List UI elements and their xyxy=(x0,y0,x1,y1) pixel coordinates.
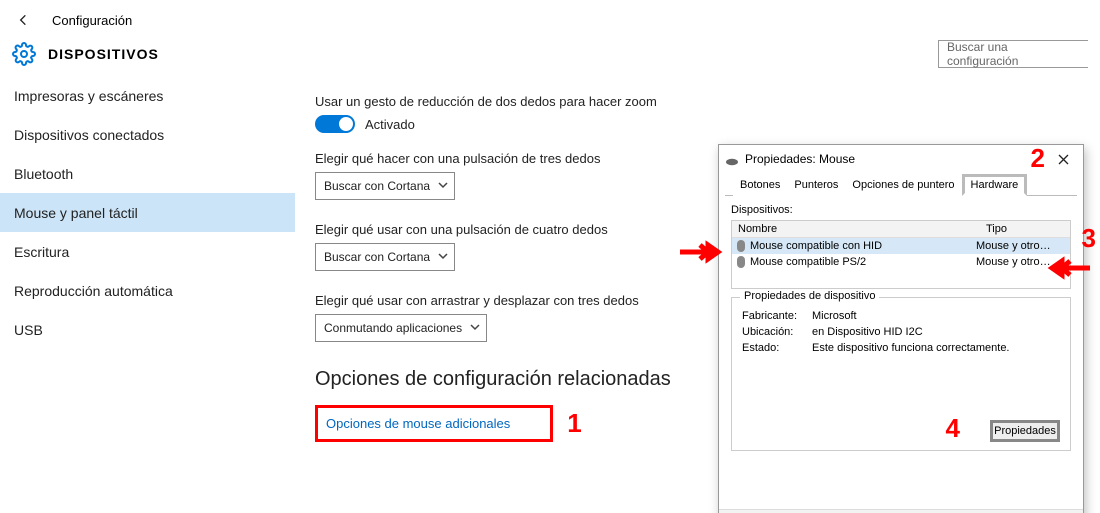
four-tap-label: Elegir qué usar con una pulsación de cua… xyxy=(315,222,775,237)
location-key: Ubicación: xyxy=(742,326,812,338)
sidebar-item-connected[interactable]: Dispositivos conectados xyxy=(0,115,295,154)
device-row-ps2[interactable]: Mouse compatible PS/2 Mouse y otro… xyxy=(732,254,1070,270)
four-tap-combo[interactable]: Buscar con Cortana xyxy=(315,243,455,271)
annotation-2: 2 xyxy=(1031,143,1045,174)
zoom-toggle[interactable] xyxy=(315,115,355,133)
devices-list: 3 Nombre Tipo Mouse compatible con HID M… xyxy=(731,220,1071,289)
close-button[interactable] xyxy=(1049,148,1077,170)
status-key: Estado: xyxy=(742,342,812,354)
zoom-label: Usar un gesto de reducción de dos dedos … xyxy=(315,94,775,109)
tab-pointer-options[interactable]: Opciones de puntero xyxy=(845,174,961,196)
tab-hardware[interactable]: Hardware xyxy=(962,174,1028,196)
gear-icon xyxy=(12,42,36,66)
sidebar-item-typing[interactable]: Escritura xyxy=(0,232,295,271)
section-title: DISPOSITIVOS xyxy=(48,46,159,62)
status-value: Este dispositivo funciona correctamente. xyxy=(812,342,1010,354)
col-type: Tipo xyxy=(980,221,1070,237)
three-drag-combo[interactable]: Conmutando aplicaciones xyxy=(315,314,487,342)
annotation-1: 1 xyxy=(567,408,581,439)
device-row-hid[interactable]: Mouse compatible con HID Mouse y otro… xyxy=(732,238,1070,254)
chevron-down-icon xyxy=(438,179,448,193)
three-tap-combo[interactable]: Buscar con Cortana xyxy=(315,172,455,200)
properties-button[interactable]: Propiedades xyxy=(990,420,1060,442)
dialog-title: Propiedades: Mouse xyxy=(745,152,855,166)
sidebar-item-usb[interactable]: USB xyxy=(0,310,295,349)
mouse-device-icon xyxy=(736,255,746,269)
tab-buttons[interactable]: Botones xyxy=(733,174,787,196)
toggle-state: Activado xyxy=(365,117,415,132)
sidebar-item-bluetooth[interactable]: Bluetooth xyxy=(0,154,295,193)
app-name: Configuración xyxy=(52,13,132,28)
device-properties-group: Propiedades de dispositivo Fabricante:Mi… xyxy=(731,297,1071,451)
annotation-4: 4 xyxy=(946,413,960,444)
sidebar-item-autoplay[interactable]: Reproducción automática xyxy=(0,271,295,310)
search-input[interactable]: Buscar una configuración xyxy=(938,40,1088,68)
annotation-3: 3 xyxy=(1082,223,1096,254)
manufacturer-key: Fabricante: xyxy=(742,310,812,322)
mouse-icon xyxy=(725,154,739,164)
manufacturer-value: Microsoft xyxy=(812,310,857,322)
three-tap-label: Elegir qué hacer con una pulsación de tr… xyxy=(315,151,775,166)
devices-label: Dispositivos: xyxy=(731,204,1071,216)
arrow-left-icon xyxy=(1048,256,1092,285)
arrow-right-icon xyxy=(678,240,722,269)
back-button[interactable] xyxy=(12,8,36,32)
mouse-device-icon xyxy=(736,239,746,253)
mouse-properties-dialog: Propiedades: Mouse 2 Botones Punteros Op… xyxy=(718,144,1084,513)
related-header: Opciones de configuración relacionadas xyxy=(315,368,775,391)
tab-pointers[interactable]: Punteros xyxy=(787,174,845,196)
search-placeholder: Buscar una configuración xyxy=(947,40,1080,68)
chevron-down-icon xyxy=(470,321,480,335)
three-drag-label: Elegir qué usar con arrastrar y desplaza… xyxy=(315,293,775,308)
location-value: en Dispositivo HID I2C xyxy=(812,326,923,338)
sidebar-item-mouse[interactable]: Mouse y panel táctil xyxy=(0,193,295,232)
sidebar-item-printers[interactable]: Impresoras y escáneres xyxy=(0,76,295,115)
device-properties-legend: Propiedades de dispositivo xyxy=(740,290,879,302)
sidebar: Impresoras y escáneres Dispositivos cone… xyxy=(0,76,295,513)
chevron-down-icon xyxy=(438,250,448,264)
col-name: Nombre xyxy=(732,221,980,237)
additional-mouse-options-link[interactable]: Opciones de mouse adicionales xyxy=(326,416,510,431)
